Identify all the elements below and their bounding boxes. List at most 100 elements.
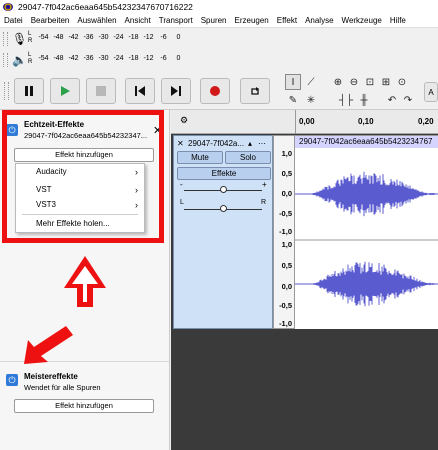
menu-werkzeuge[interactable]: Werkzeuge	[338, 14, 386, 27]
meter-tick: -18	[128, 34, 139, 41]
speaker-icon[interactable]: 🔈	[12, 52, 27, 68]
audio-setup-button[interactable]: A	[424, 82, 438, 102]
zoom-in-icon[interactable]: ⊕	[330, 74, 346, 90]
menu-spuren[interactable]: Spuren	[197, 14, 231, 27]
microphone-icon[interactable]: 🎙	[12, 31, 27, 47]
menu-effekt[interactable]: Effekt	[273, 14, 301, 27]
selection-tool-icon[interactable]: I	[285, 74, 301, 90]
menu-analyse[interactable]: Analyse	[301, 14, 337, 27]
loop-button[interactable]	[240, 78, 270, 104]
skip-end-icon	[171, 86, 181, 96]
skip-to-end-button[interactable]	[161, 78, 191, 104]
menu-auswaehlen[interactable]: Auswählen	[73, 14, 120, 27]
track-close-icon[interactable]: ✕	[177, 139, 184, 148]
meter-tick: -30	[98, 55, 109, 62]
ruler-tick: 0,00	[299, 117, 315, 126]
pan-l-label: L	[180, 199, 184, 206]
window-title: 29047-7f042ac6eaa645b54232347670716222	[18, 2, 193, 12]
mute-button[interactable]: Mute	[177, 151, 223, 164]
menu-bearbeiten[interactable]: Bearbeiten	[27, 14, 74, 27]
timeline-options-icon[interactable]: ⚙	[180, 115, 188, 126]
toolbar-grip[interactable]	[3, 32, 8, 46]
silence-audio-icon[interactable]: ╫	[356, 92, 372, 108]
red-arrow-up-icon	[64, 256, 106, 307]
meter-tick: -12	[143, 34, 154, 41]
pause-button[interactable]	[14, 78, 44, 104]
window-titlebar: 29047-7f042ac6eaa645b54232347670716222	[0, 0, 438, 14]
track-options-icon[interactable]: ⋯	[258, 139, 266, 148]
meter-tick: -36	[83, 34, 94, 41]
envelope-tool-icon[interactable]: ⟋	[303, 74, 319, 90]
stop-button[interactable]	[86, 78, 116, 104]
draw-tool-icon[interactable]: ✎	[285, 92, 301, 108]
undo-icon[interactable]: ↶	[384, 92, 400, 108]
meter-tick: -42	[68, 55, 79, 62]
toolbar-grip[interactable]	[4, 82, 9, 100]
menu-erzeugen[interactable]: Erzeugen	[231, 14, 273, 27]
scale-tick: -1,0	[279, 319, 292, 328]
audacity-app-icon	[3, 3, 13, 11]
meter-tick: -36	[83, 55, 94, 62]
playback-meter[interactable]: 🔈 LR -54 -48 -42 -36 -30 -24 -18 -12 -6 …	[0, 50, 230, 70]
record-button[interactable]	[200, 78, 230, 104]
close-icon[interactable]: ✕	[153, 124, 162, 137]
dropdown-item-more-effects[interactable]: Mehr Effekte holen...	[16, 217, 144, 231]
record-meter[interactable]: 🎙 LR -54 -48 -42 -36 -30 -24 -18 -12 -6 …	[0, 29, 230, 49]
play-button[interactable]	[50, 78, 80, 104]
timeline-ruler[interactable]: ⚙ 0,00 0,10 0,20	[171, 110, 438, 134]
multi-tool-icon[interactable]: ✳	[303, 92, 319, 108]
master-power-icon[interactable]: ⏻	[6, 374, 18, 386]
pan-slider-knob[interactable]	[220, 205, 227, 212]
trim-audio-icon[interactable]: ┤├	[338, 92, 354, 108]
record-meter-scale: -54 -48 -42 -36 -30 -24 -18 -12 -6 0	[36, 34, 186, 41]
realtime-track-name: 29047-7f042ac6eaa645b54232347...	[24, 131, 148, 140]
record-icon	[210, 86, 220, 96]
dropdown-item-label: VST	[36, 185, 52, 194]
transport-toolbar: I ⟋ ✎ ✳ ⊕ ⊖ ⊡ ⊞ ⊙ ┤├ ╫ ↶ ↷ A	[0, 72, 438, 110]
redo-icon[interactable]: ↷	[400, 92, 416, 108]
fit-project-icon[interactable]: ⊞	[378, 74, 394, 90]
menu-transport[interactable]: Transport	[155, 14, 197, 27]
scale-tick: -0,5	[279, 209, 292, 218]
play-icon	[61, 86, 70, 96]
meter-tick: 0	[176, 34, 181, 41]
track-effects-button[interactable]: Effekte	[177, 167, 271, 180]
menu-ansicht[interactable]: Ansicht	[121, 14, 155, 27]
waveform-graphic	[295, 171, 438, 307]
dropdown-item-vst3[interactable]: VST3 ›	[16, 198, 144, 212]
skip-start-icon	[135, 86, 145, 96]
meter-tick: -24	[113, 55, 124, 62]
menu-datei[interactable]: Datei	[0, 14, 27, 27]
master-effects-title: Meistereffekte	[24, 372, 78, 381]
dropdown-item-audacity[interactable]: Audacity ›	[16, 165, 144, 179]
master-add-effect-button[interactable]: Effekt hinzufügen	[14, 399, 154, 413]
stop-icon	[96, 86, 106, 96]
meter-tick: -24	[113, 34, 124, 41]
gain-slider-knob[interactable]	[220, 186, 227, 193]
realtime-power-icon[interactable]: ⏻	[6, 124, 18, 136]
track-menu-chevron-icon[interactable]: ▴	[248, 139, 252, 148]
dropdown-item-label: VST3	[36, 200, 57, 209]
meter-tick: -54	[38, 34, 49, 41]
track-name[interactable]: 29047-7f042a...	[188, 139, 244, 148]
menu-hilfe[interactable]: Hilfe	[386, 14, 410, 27]
clip-title-bar[interactable]: 29047-7f042ac6eaa645b5423234767	[295, 136, 438, 148]
toolbar-grip[interactable]	[3, 53, 8, 67]
skip-to-start-button[interactable]	[125, 78, 155, 104]
loop-icon	[251, 87, 259, 95]
solo-button[interactable]: Solo	[225, 151, 271, 164]
menu-bar: Datei Bearbeiten Auswählen Ansicht Trans…	[0, 14, 438, 28]
meter-tick: -54	[38, 55, 49, 62]
track-control-panel[interactable]: ✕ 29047-7f042a... ▴ ⋯ Mute Solo Effekte …	[173, 135, 273, 329]
dropdown-item-label: Audacity	[36, 167, 67, 176]
dropdown-item-vst[interactable]: VST ›	[16, 183, 144, 197]
amplitude-scale[interactable]: 1,0 0,5 0,0 -0,5 -1,0 1,0 0,5 0,0 -0,5 -…	[273, 135, 295, 329]
fit-selection-icon[interactable]: ⊡	[362, 74, 378, 90]
zoom-out-icon[interactable]: ⊖	[346, 74, 362, 90]
meter-tick: -18	[128, 55, 139, 62]
meter-tick: -12	[143, 55, 154, 62]
realtime-add-effect-button[interactable]: Effekt hinzufügen	[14, 148, 154, 162]
waveform-clip[interactable]: 29047-7f042ac6eaa645b5423234767	[295, 135, 438, 329]
scale-tick: 0,5	[281, 261, 292, 270]
zoom-toggle-icon[interactable]: ⊙	[394, 74, 410, 90]
